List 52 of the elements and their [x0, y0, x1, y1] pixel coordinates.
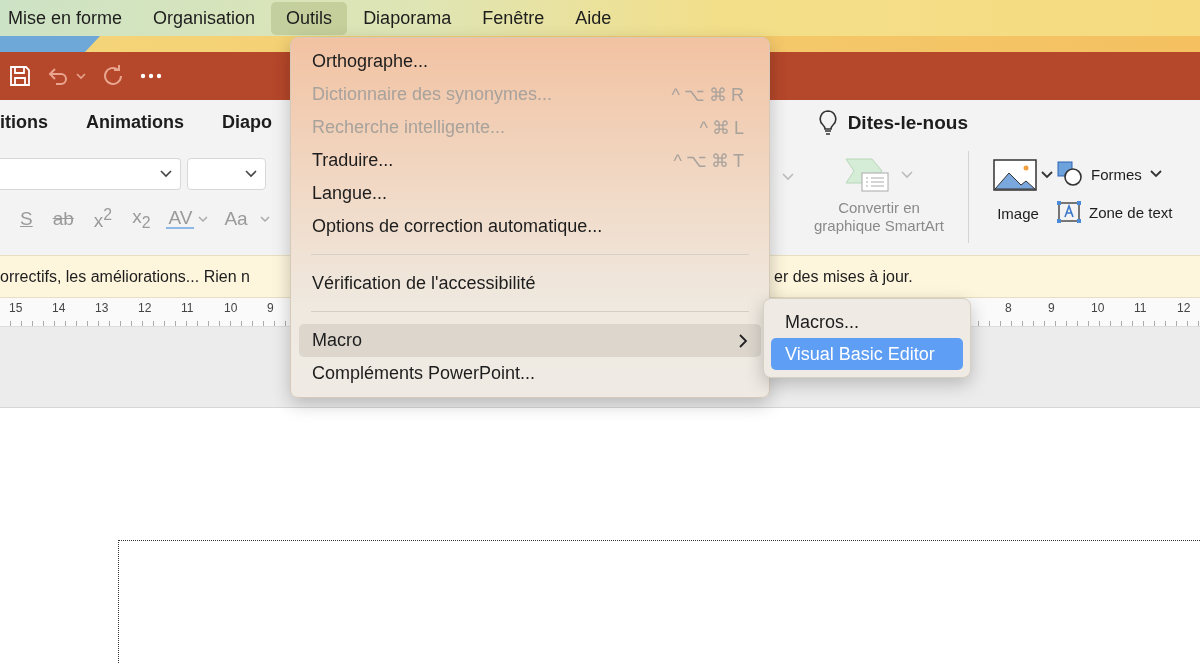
image-icon[interactable] [993, 159, 1037, 191]
notification-text: orrectifs, les améliorations... Rien n [0, 267, 250, 286]
more-icon[interactable] [140, 73, 162, 79]
menu-bar-item[interactable]: Mise en forme [0, 1, 138, 35]
ruler-number: 8 [1005, 300, 1013, 317]
menu-item[interactable]: Traduire... ^⌥⌘T [299, 144, 761, 177]
menu-item[interactable]: Vérification de l'accessibilité [299, 267, 761, 300]
text-box-button[interactable]: Zone de text [1089, 203, 1173, 221]
menu-bar-item[interactable]: Aide [560, 1, 627, 35]
menu-bar-item[interactable]: Fenêtre [467, 1, 560, 35]
ribbon-tab[interactable]: Animations [86, 112, 184, 133]
font-size-dropdown[interactable] [187, 158, 266, 190]
menu-bar-item[interactable]: Diaporama [348, 1, 467, 35]
chevron-icon [1041, 171, 1053, 179]
ruler-number: 12 [1177, 300, 1192, 317]
chevron-icon[interactable] [76, 72, 86, 80]
notification-text: er des mises à jour. [774, 267, 913, 286]
chevron-icon [901, 171, 913, 179]
menu-item[interactable]: Macros... [771, 306, 963, 338]
menu-item[interactable]: Orthographe... [299, 45, 761, 78]
chevron-icon [245, 170, 257, 178]
chevron-icon [259, 215, 270, 223]
chevron-icon [160, 170, 172, 178]
ruler-number: 9 [267, 300, 275, 317]
chevron-icon [198, 215, 209, 223]
font-name-dropdown[interactable] [0, 158, 181, 190]
save-icon[interactable] [8, 64, 32, 88]
ruler-number: 10 [1091, 300, 1106, 317]
image-button-label[interactable]: Image [997, 205, 1039, 222]
ribbon-tab[interactable]: Diapo [222, 112, 273, 133]
shapes-button[interactable]: Formes [1091, 165, 1142, 183]
menu-bar-item[interactable]: Outils [271, 1, 348, 35]
menu-item[interactable]: Compléments PowerPoint... [299, 357, 761, 390]
text-box-icon [1057, 201, 1081, 223]
ribbon-tab[interactable]: itions [0, 112, 48, 133]
chevron-icon [782, 173, 794, 181]
ruler-number: 11 [1134, 300, 1148, 317]
ruler-number: 14 [52, 300, 67, 317]
ruler-number: 10 [224, 300, 239, 317]
chevron-icon [1149, 170, 1162, 178]
ruler-number: 15 [9, 300, 24, 317]
menu-bar-item[interactable]: Organisation [138, 1, 271, 35]
menu-item[interactable]: Macro [299, 324, 761, 357]
ruler-number: 12 [138, 300, 153, 317]
ruler-number: 13 [95, 300, 110, 317]
lightbulb-icon [817, 109, 838, 136]
ruler-number: 11 [181, 300, 195, 317]
ruler-number: 9 [1048, 300, 1056, 317]
menu-item[interactable]: Langue... [299, 177, 761, 210]
shapes-icon [1057, 161, 1083, 187]
menu-item[interactable]: Options de correction automatique... [299, 210, 761, 243]
tell-me-field[interactable]: Dites-le-nous [847, 111, 968, 134]
